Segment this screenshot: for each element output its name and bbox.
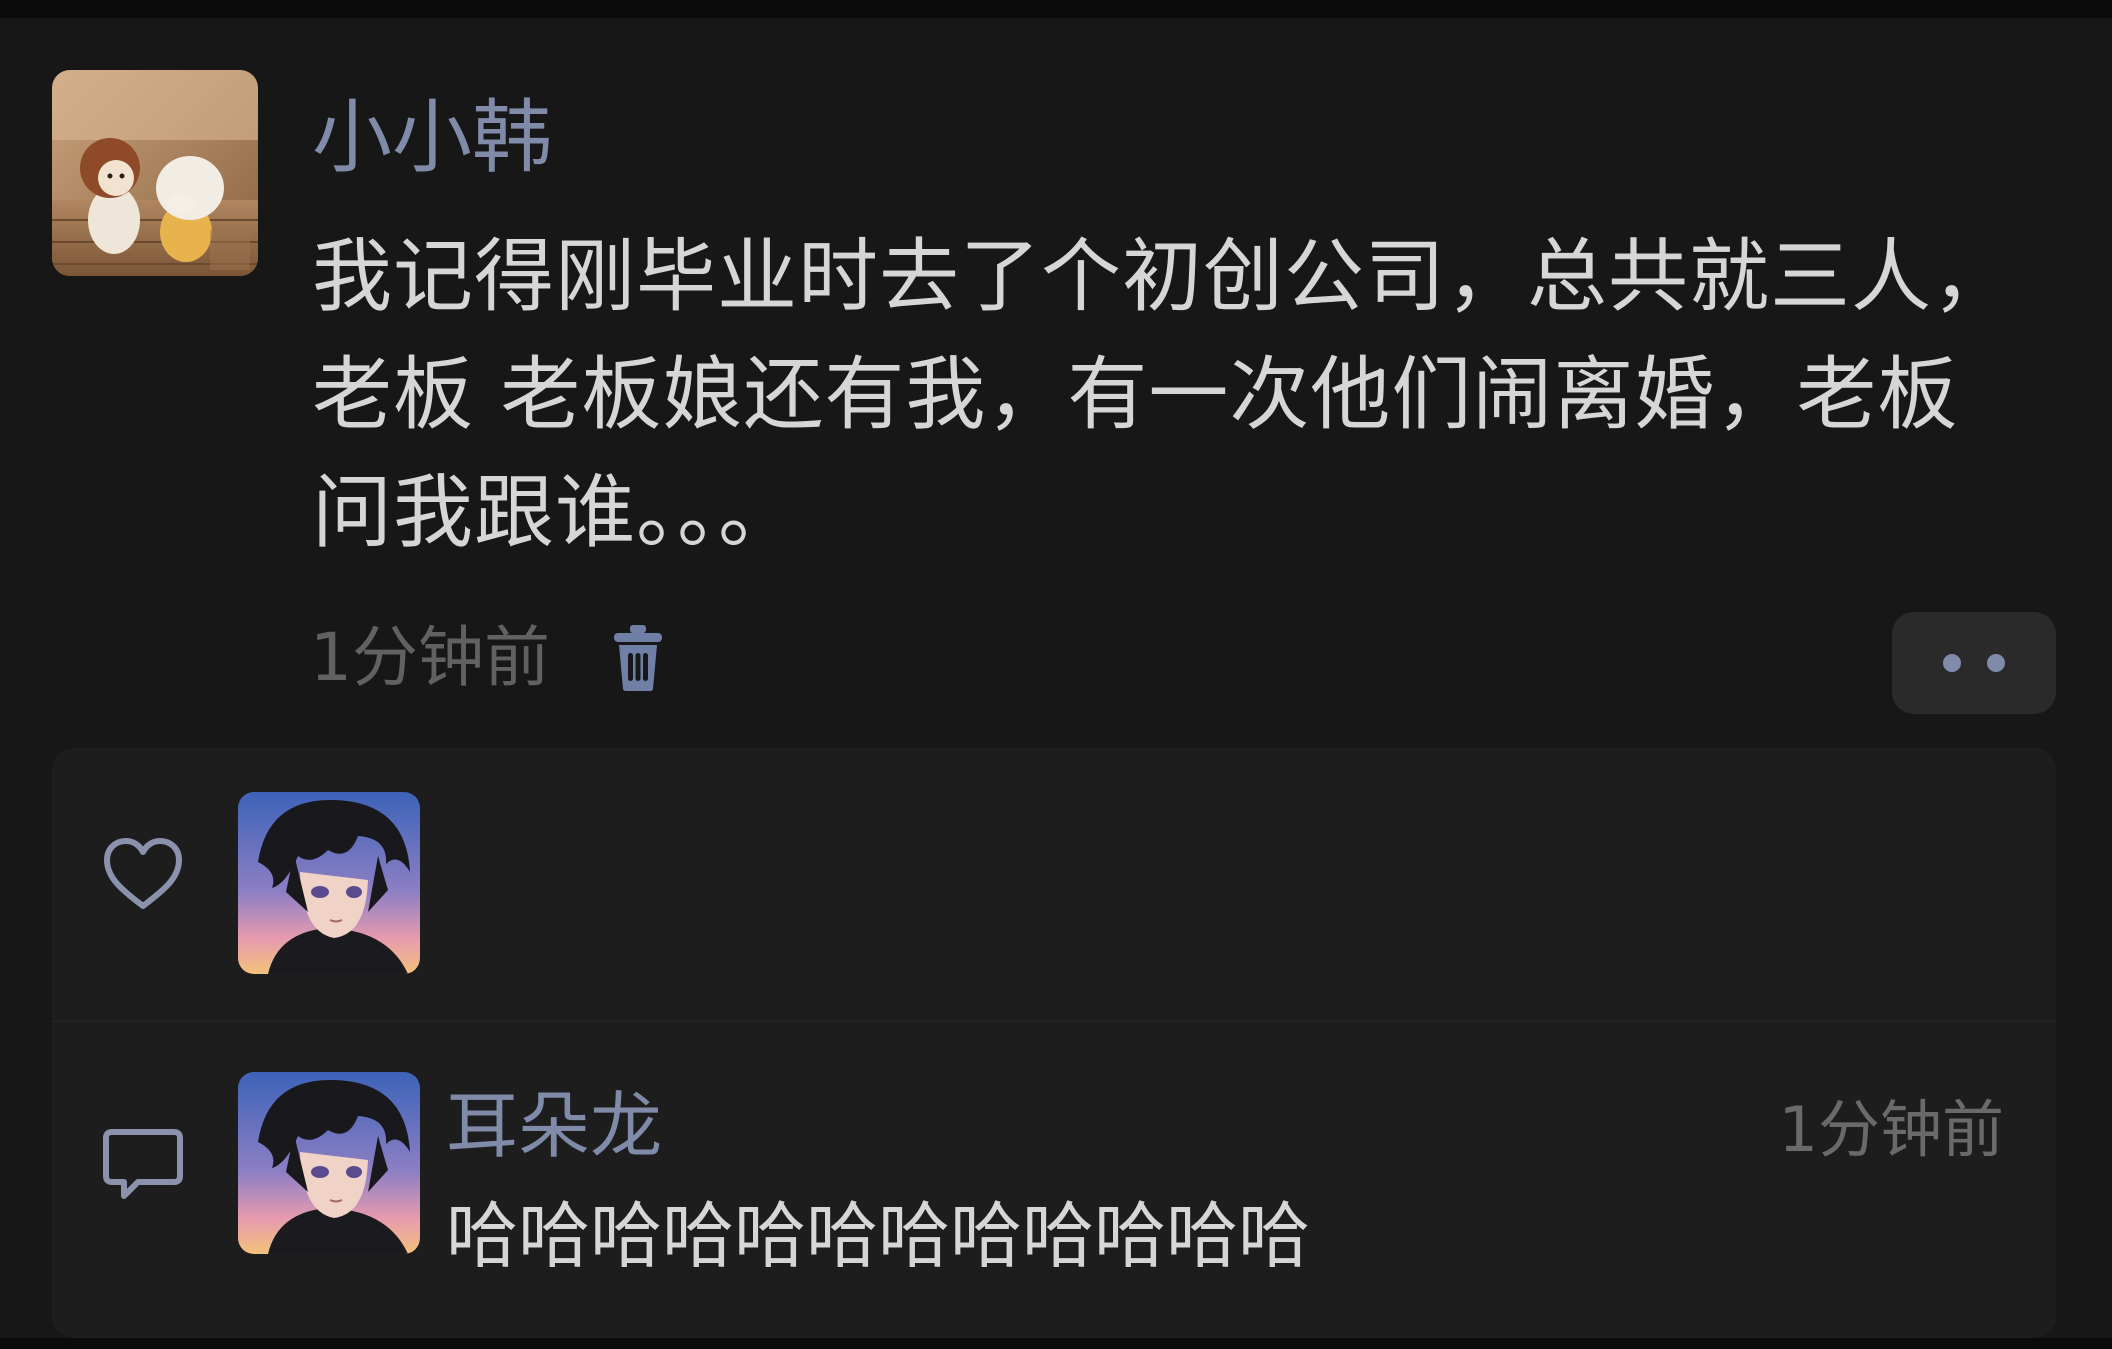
moment-post: 小小韩 我记得刚毕业时去了个初创公司，总共就三人，老板 老板娘还有我，有一次他们… [0,18,2112,1338]
more-actions-button[interactable] [1892,612,2056,714]
comment-timestamp: 1分钟前 [1778,1093,2004,1166]
comment-text[interactable]: 哈哈哈哈哈哈哈哈哈哈哈哈 [446,1190,1310,1282]
likes-row [52,748,2056,1020]
bottom-edge [0,1338,2112,1349]
avatar-figurines-photo [52,70,258,276]
post-author-name[interactable]: 小小韩 [312,86,552,190]
comment-author-name[interactable]: 耳朵龙 [446,1080,662,1172]
comment-item: 耳朵龙 1分钟前 哈哈哈哈哈哈哈哈哈哈哈哈 [52,1022,2056,1338]
delete-post-button[interactable] [608,618,668,698]
author-avatar[interactable] [52,70,258,276]
heart-icon [104,838,182,909]
comment-bubble-icon [103,1129,183,1199]
interaction-panel: 耳朵龙 1分钟前 哈哈哈哈哈哈哈哈哈哈哈哈 [52,748,2056,1338]
post-meta: 1分钟前 [310,618,668,698]
more-dots-icon [1987,654,2005,672]
avatar-anime-boy [238,792,420,974]
more-dots-icon [1943,654,1961,672]
top-edge [0,0,2112,18]
post-body-text: 我记得刚毕业时去了个初创公司，总共就三人，老板 老板娘还有我，有一次他们闹离婚，… [312,230,2013,559]
liker-avatar[interactable] [238,792,420,974]
avatar-anime-boy [238,1072,420,1254]
trash-icon [614,625,662,691]
post-timestamp: 1分钟前 [310,619,550,696]
commenter-avatar[interactable] [238,1072,420,1254]
